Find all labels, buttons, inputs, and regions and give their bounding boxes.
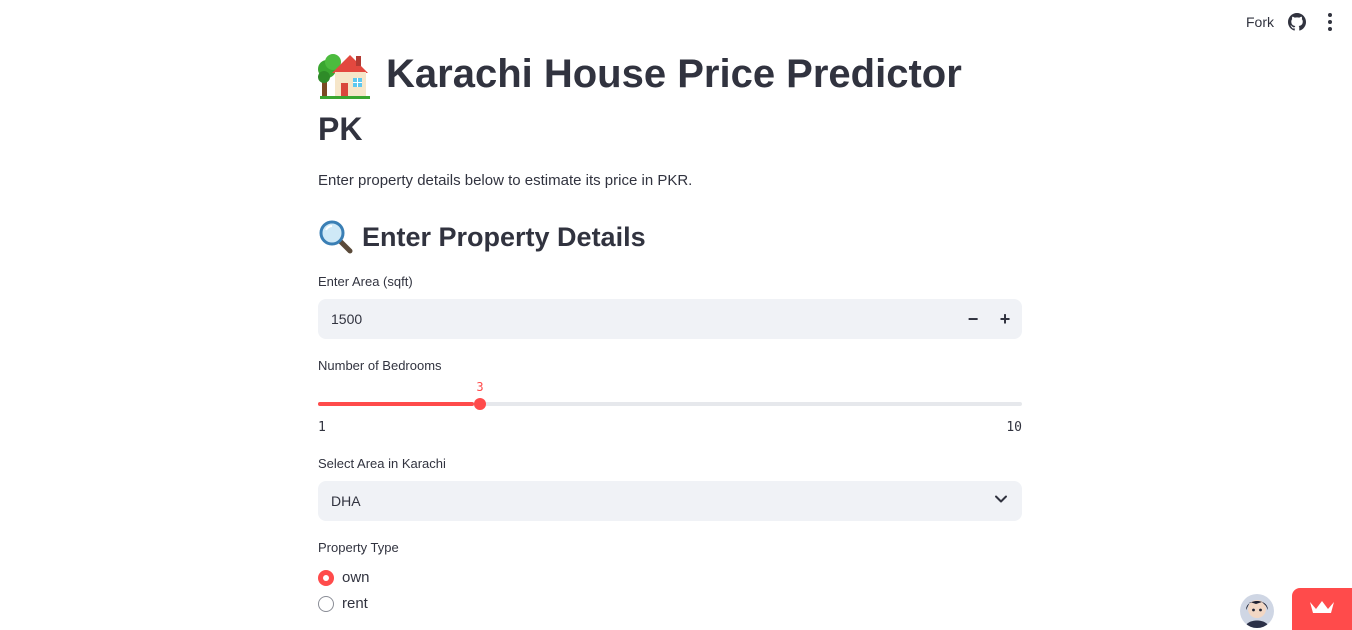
slider-thumb[interactable] (474, 398, 486, 410)
chevron-down-icon (994, 492, 1008, 511)
bedrooms-slider-label: Number of Bedrooms (318, 358, 442, 373)
slider-max-label: 10 (1006, 420, 1022, 435)
streamlit-badge[interactable] (1292, 588, 1352, 630)
crown-icon (1309, 598, 1335, 621)
slider-current-value: 3 (476, 380, 484, 394)
bedrooms-slider[interactable]: 3 1 10 (318, 380, 1022, 435)
area-select-label: Select Area in Karachi (318, 456, 446, 471)
user-avatar[interactable] (1240, 594, 1274, 628)
github-icon[interactable] (1288, 13, 1306, 31)
magnifying-glass-icon (318, 219, 354, 255)
page-title-flag: PK (318, 111, 363, 147)
top-toolbar: Fork (1246, 0, 1352, 44)
kebab-menu-icon[interactable] (1322, 12, 1338, 32)
radio-option-own[interactable]: own (318, 569, 370, 586)
section-title-text: Enter Property Details (362, 222, 646, 252)
fork-button[interactable]: Fork (1246, 14, 1274, 30)
area-input-field[interactable] (318, 299, 957, 339)
page-title: Karachi House Price Predictor (318, 46, 1022, 102)
increment-button[interactable]: + (989, 299, 1021, 339)
section-heading: Enter Property Details (318, 216, 646, 258)
page-subtitle: Enter property details below to estimate… (318, 172, 693, 189)
property-type-label: Property Type (318, 540, 399, 555)
radio-unselected-icon[interactable] (318, 595, 334, 612)
radio-option-label: rent (342, 595, 368, 612)
area-select-dropdown[interactable]: DHA (318, 481, 1022, 521)
house-with-garden-icon (318, 49, 372, 99)
radio-option-label: own (342, 569, 370, 586)
area-select-value: DHA (331, 493, 361, 509)
slider-fill (318, 402, 474, 406)
decrement-button[interactable]: − (957, 299, 989, 339)
slider-min-label: 1 (318, 420, 326, 435)
radio-option-rent[interactable]: rent (318, 595, 368, 612)
radio-selected-icon[interactable] (318, 569, 334, 586)
area-number-input: − + (318, 299, 1022, 339)
title-text: Karachi House Price Predictor (386, 52, 962, 96)
area-input-label: Enter Area (sqft) (318, 274, 413, 289)
